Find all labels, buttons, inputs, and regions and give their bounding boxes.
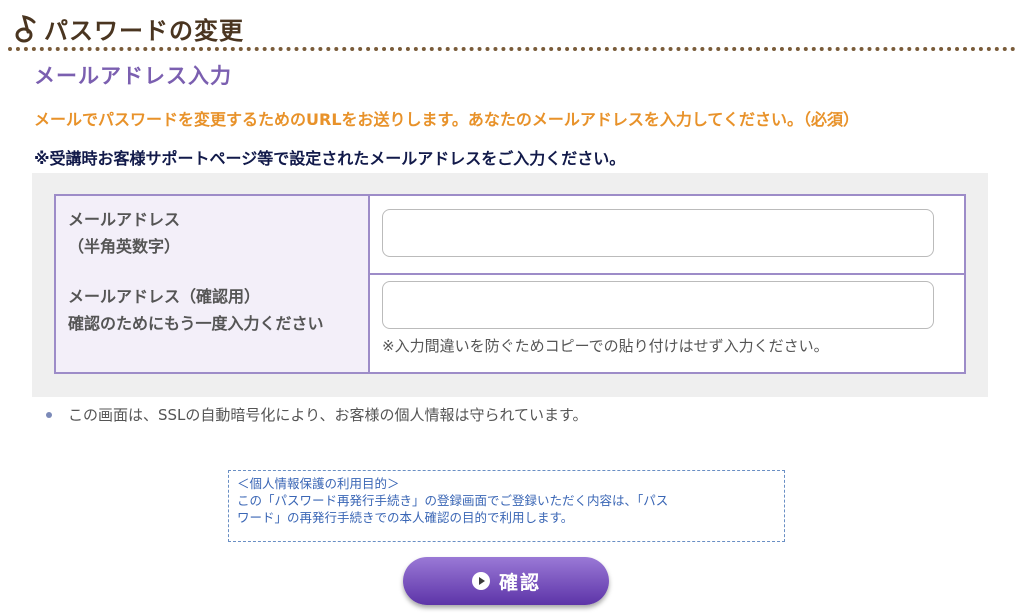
- form-panel: メールアドレス （半角英数字） メールアドレス（確認用） 確認のためにもう一度入…: [32, 173, 988, 397]
- form-table: メールアドレス （半角英数字） メールアドレス（確認用） 確認のためにもう一度入…: [54, 194, 966, 374]
- header-divider: [8, 47, 1016, 51]
- ssl-security-note: この画面は、SSLの自動暗号化により、お客様の個人情報は守られています。: [46, 404, 588, 425]
- page-title: パスワードの変更: [44, 16, 244, 45]
- play-circle-icon: [471, 572, 490, 590]
- paste-warning-hint: ※入力間違いを防ぐためコピーでの貼り付けはせず入力ください。: [382, 337, 829, 355]
- email-label-line2: （半角英数字）: [68, 237, 181, 256]
- music-note-icon: [15, 15, 36, 43]
- email-row: メールアドレス （半角英数字）: [56, 196, 964, 275]
- email-confirm-label-line1: メールアドレス（確認用）: [68, 287, 261, 306]
- email-confirm-input-cell: ※入力間違いを防ぐためコピーでの貼り付けはせず入力ください。: [370, 273, 964, 372]
- instruction-text: メールでパスワードを変更するためのURLをお送りします。あなたのメールアドレスを…: [34, 110, 859, 129]
- email-confirm-label-line2: 確認のためにもう一度入力ください: [68, 314, 324, 333]
- notice-text: ※受講時お客様サポートページ等で設定されたメールアドレスをご入力ください。: [34, 149, 626, 168]
- email-confirm-row: メールアドレス（確認用） 確認のためにもう一度入力ください ※入力間違いを防ぐた…: [56, 273, 964, 372]
- email-label-line1: メールアドレス: [68, 210, 181, 229]
- privacy-text-line1: この「パスワード再発行手続き」の登録画面でご登録いただく内容は、「パス: [237, 493, 669, 508]
- privacy-heading: ＜個人情報保護の利用目的＞: [237, 476, 400, 491]
- privacy-text-line2: ワード」の再発行手続きでの本人確認の目的で利用します。: [237, 510, 574, 525]
- page-header: パスワードの変更: [14, 10, 244, 46]
- email-label: メールアドレス （半角英数字）: [56, 196, 370, 273]
- confirm-button[interactable]: 確認: [403, 557, 609, 605]
- bullet-icon: [46, 411, 52, 418]
- privacy-purpose-box: ＜個人情報保護の利用目的＞ この「パスワード再発行手続き」の登録画面でご登録いた…: [228, 470, 785, 542]
- email-input-cell: [370, 196, 964, 273]
- email-confirm-input[interactable]: [382, 281, 934, 329]
- email-input[interactable]: [382, 209, 934, 257]
- confirm-button-label: 確認: [498, 571, 541, 594]
- section-heading: メールアドレス入力: [34, 64, 232, 88]
- ssl-security-text: この画面は、SSLの自動暗号化により、お客様の個人情報は守られています。: [68, 406, 588, 424]
- email-confirm-label: メールアドレス（確認用） 確認のためにもう一度入力ください: [56, 273, 370, 372]
